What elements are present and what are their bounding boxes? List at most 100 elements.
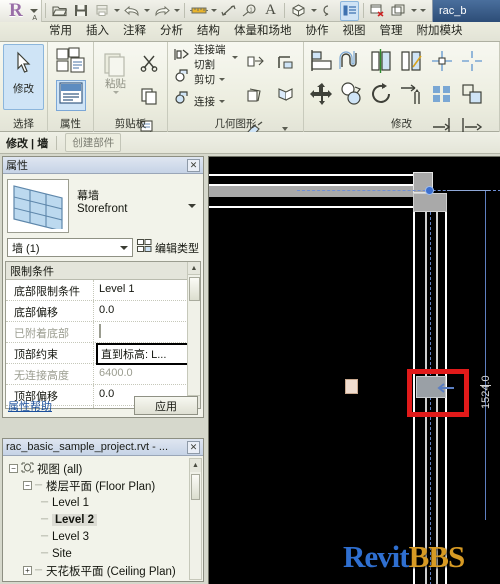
scrollbar-thumb[interactable] (191, 474, 200, 500)
close-hidden-windows-icon[interactable] (368, 1, 387, 21)
type-selector[interactable]: 幕墙 Storefront (3, 174, 203, 236)
redo-dropdown-caret[interactable] (172, 1, 181, 21)
demolish-icon[interactable] (240, 46, 270, 79)
chevron-down-icon[interactable] (112, 91, 119, 94)
element-selector-combo[interactable]: 墙 (1) (7, 238, 133, 257)
tab-structure[interactable]: 结构 (190, 21, 227, 41)
default-3d-view-icon[interactable] (289, 1, 308, 21)
open-icon[interactable] (50, 1, 69, 21)
plan-element-marker[interactable] (345, 379, 358, 394)
switch-windows-icon[interactable] (389, 1, 408, 21)
drawing-canvas[interactable]: 1524.0 RevitBBS (208, 156, 500, 584)
property-value[interactable]: 直到标高: L... (94, 343, 200, 365)
tree-node-views[interactable]: − 视图 (all) (7, 460, 201, 477)
offset-icon[interactable] (337, 44, 367, 77)
tab-addins[interactable]: 附加模块 (410, 21, 470, 41)
print-dropdown-caret[interactable] (112, 1, 121, 21)
tab-view[interactable]: 视图 (336, 21, 373, 41)
type-properties-icon[interactable] (55, 47, 86, 79)
rotate-icon[interactable] (367, 77, 397, 110)
dimension-label[interactable]: 1524.0 (480, 375, 492, 409)
thin-lines-icon[interactable] (340, 0, 359, 21)
chevron-down-icon[interactable] (219, 99, 225, 103)
expander-icon[interactable]: + (23, 566, 32, 575)
reference-grip[interactable] (425, 186, 434, 195)
tab-manage[interactable]: 管理 (373, 21, 410, 41)
print-icon[interactable] (92, 1, 111, 21)
property-value[interactable]: Level 1 (94, 280, 200, 300)
tree-node-level-1[interactable]: ─ Level 1 (7, 494, 201, 511)
chevron-down-icon[interactable] (120, 245, 128, 250)
measure-dropdown-caret[interactable] (209, 1, 218, 21)
browser-scrollbar[interactable]: ▲ (189, 458, 202, 580)
cut-item[interactable]: 剪切 (171, 68, 240, 90)
array-icon[interactable] (427, 77, 457, 110)
tree-node-level-2[interactable]: ─ Level 2 (7, 511, 201, 528)
create-part-button[interactable]: 创建部件 (65, 133, 122, 152)
trim-extend-icon[interactable] (397, 77, 427, 110)
apply-button[interactable]: 应用 (134, 396, 198, 415)
edit-type-button[interactable]: 编辑类型 (137, 239, 199, 256)
attached-geometry-icon[interactable] (270, 79, 300, 112)
chevron-down-icon[interactable] (185, 179, 199, 233)
property-value[interactable] (94, 322, 200, 342)
close-icon[interactable]: ✕ (187, 158, 200, 172)
table-row[interactable]: 底部限制条件 Level 1 (6, 280, 200, 301)
cut-clipboard-icon[interactable] (134, 46, 164, 79)
save-icon[interactable] (71, 1, 90, 21)
scroll-up-icon[interactable]: ▲ (190, 459, 201, 472)
properties-scrollbar[interactable]: ▲ ▼ (187, 262, 200, 408)
text-icon[interactable]: A (261, 1, 280, 21)
properties-palette-toggle[interactable] (55, 80, 86, 111)
paste-button[interactable]: 粘贴 (97, 44, 134, 110)
properties-help-link[interactable]: 属性帮助 (8, 398, 52, 414)
section-icon[interactable] (319, 1, 338, 21)
checkbox[interactable] (99, 324, 101, 338)
table-row[interactable]: 底部偏移 0.0 (6, 301, 200, 322)
scale-icon[interactable] (457, 77, 487, 110)
align-icon[interactable] (307, 44, 337, 77)
tree-node-site[interactable]: ─ Site (7, 545, 201, 562)
tab-massing-site[interactable]: 体量和场地 (227, 21, 299, 41)
table-row[interactable]: 已附着底部 (6, 322, 200, 343)
tab-analyze[interactable]: 分析 (153, 21, 190, 41)
copy-move-icon[interactable] (337, 77, 367, 110)
cut-geometry-item[interactable]: 连接端切割 (171, 44, 240, 71)
tree-node-floor-plan[interactable]: − ─ 楼层平面 (Floor Plan) (7, 477, 201, 494)
corner-column-lower[interactable] (413, 193, 447, 212)
property-value[interactable]: 0.0 (94, 301, 200, 321)
copy-icon[interactable] (134, 79, 164, 112)
redo-icon[interactable] (152, 1, 171, 21)
chevron-down-icon[interactable] (232, 55, 238, 59)
table-row[interactable]: 顶部约束 直到标高: L... (6, 343, 200, 365)
scrollbar-thumb[interactable] (189, 277, 200, 301)
tree-node-level-3[interactable]: ─ Level 3 (7, 528, 201, 545)
tab-annotate[interactable]: 注释 (116, 21, 153, 41)
application-menu-button[interactable]: R A (0, 0, 42, 22)
split-element-icon[interactable] (427, 44, 457, 77)
view3d-dropdown-caret[interactable] (309, 1, 318, 21)
tag-icon[interactable]: 1 (240, 1, 259, 21)
expander-icon[interactable]: − (23, 481, 32, 490)
mirror-pick-axis-icon[interactable] (367, 44, 397, 77)
undo-icon[interactable] (122, 1, 141, 21)
tab-insert[interactable]: 插入 (79, 21, 116, 41)
scroll-up-icon[interactable]: ▲ (188, 262, 200, 275)
undo-dropdown-caret[interactable] (142, 1, 151, 21)
mirror-draw-axis-icon[interactable] (397, 44, 427, 77)
property-group-header[interactable]: 限制条件 ^ (6, 262, 200, 280)
split-with-gap-icon[interactable] (457, 44, 487, 77)
move-icon[interactable] (307, 77, 337, 110)
close-icon[interactable]: ✕ (187, 440, 200, 454)
tab-common[interactable]: 常用 (42, 21, 79, 41)
tree-node-ceiling-plan[interactable]: + ─ 天花板平面 (Ceiling Plan) (7, 562, 201, 579)
modify-button[interactable]: 修改 (3, 44, 44, 110)
expander-icon[interactable]: − (9, 464, 18, 473)
aligned-dimension-icon[interactable] (219, 1, 238, 21)
qat-overflow-caret[interactable] (418, 1, 427, 21)
split-face-icon[interactable] (240, 79, 270, 112)
switch-windows-dropdown-caret[interactable] (409, 1, 418, 21)
table-row[interactable]: 无连接高度 6400.0 (6, 364, 200, 385)
wall-joins-icon[interactable] (270, 46, 300, 79)
chevron-down-icon[interactable] (219, 77, 225, 81)
